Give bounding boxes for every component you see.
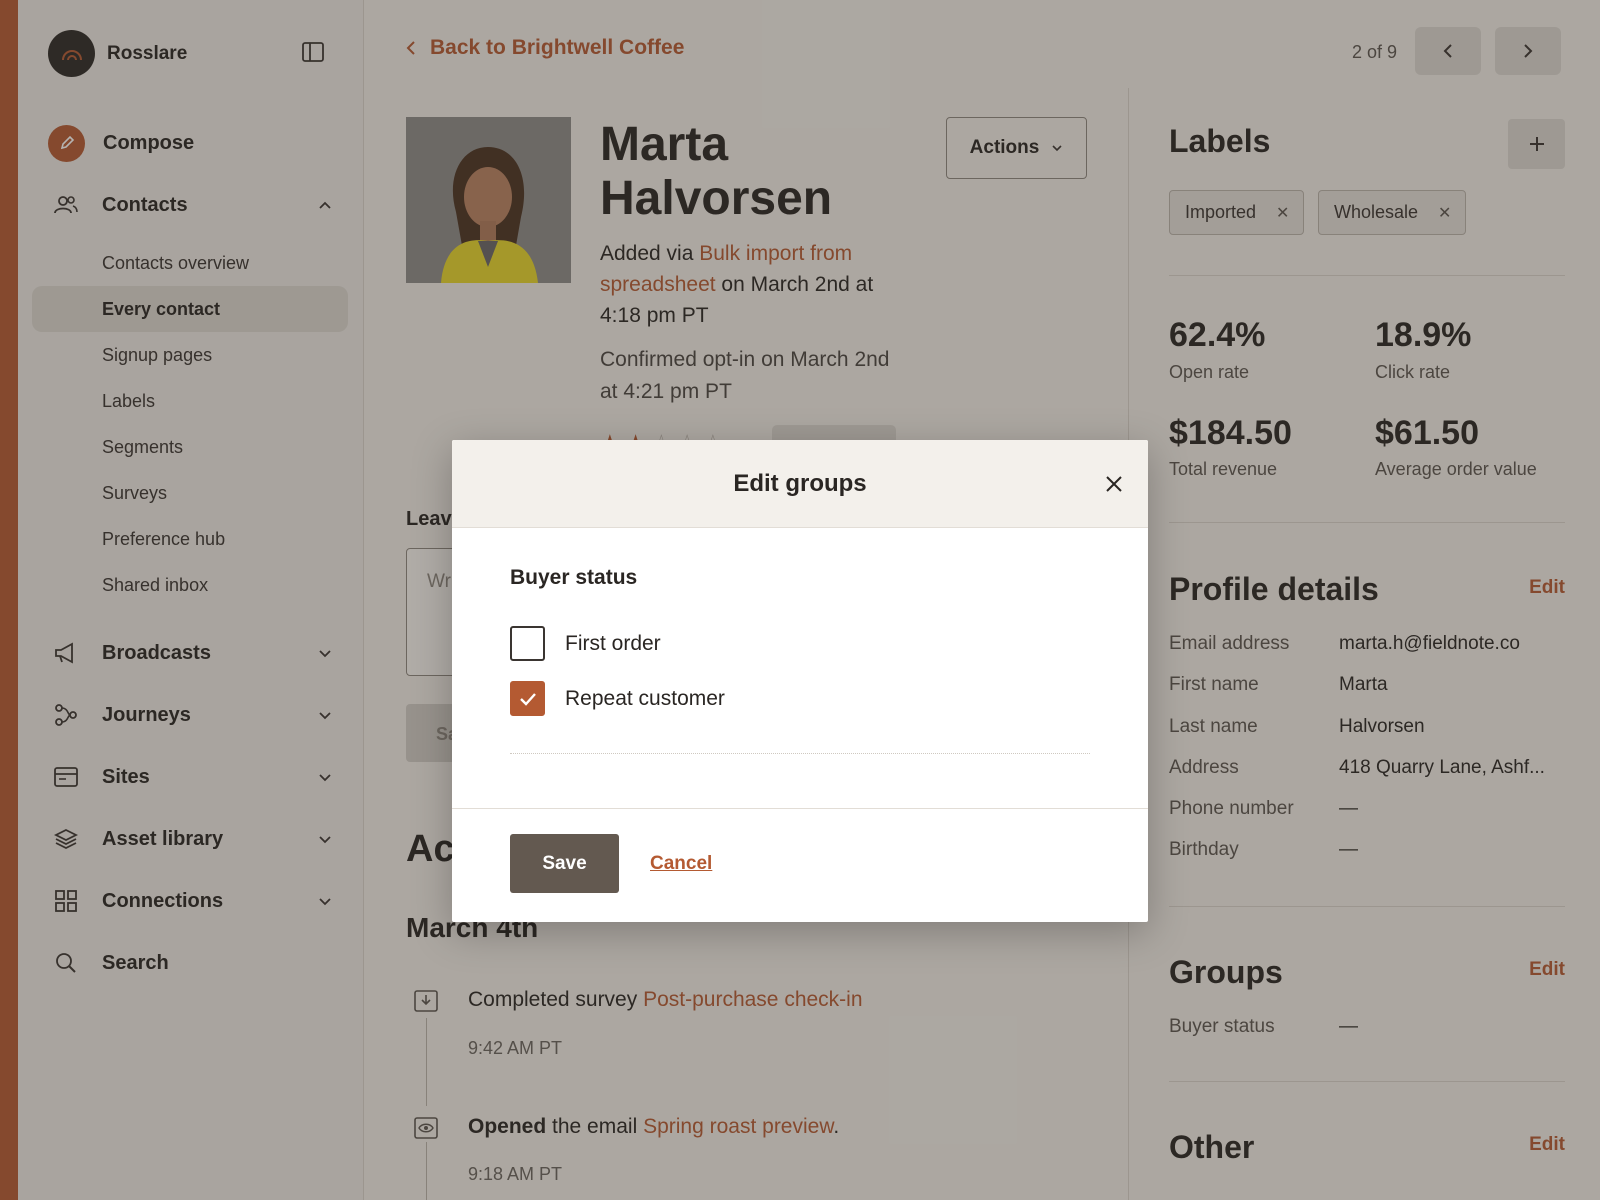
divider (510, 753, 1090, 754)
option-repeat-customer[interactable]: Repeat customer (510, 681, 725, 716)
option-label: First order (565, 631, 661, 655)
checkbox-checked[interactable] (510, 681, 545, 716)
divider (452, 808, 1148, 809)
option-label: Repeat customer (565, 686, 725, 710)
cancel-button[interactable]: Cancel (650, 853, 712, 875)
save-button[interactable]: Save (510, 834, 619, 893)
group-label: Buyer status (510, 566, 638, 589)
checkbox[interactable] (510, 626, 545, 661)
close-icon[interactable] (1102, 472, 1126, 496)
dialog-header: Edit groups (452, 440, 1148, 528)
checkmark-icon (519, 692, 536, 706)
dialog-title: Edit groups (733, 469, 867, 497)
option-first-order[interactable]: First order (510, 626, 661, 661)
edit-groups-dialog: Edit groups Buyer status First order Rep… (452, 440, 1148, 922)
